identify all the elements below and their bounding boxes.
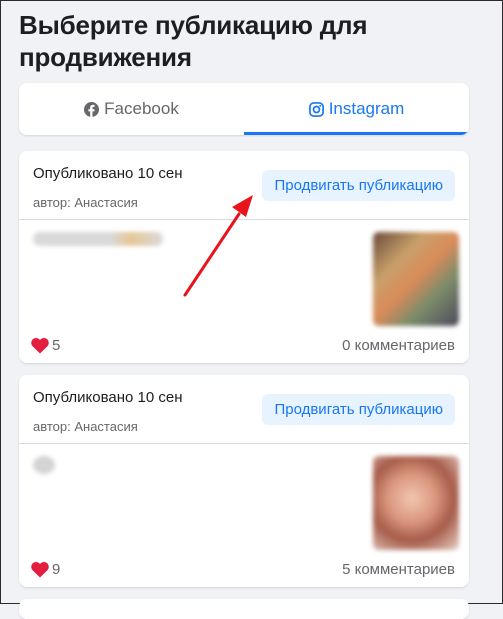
- tab-facebook-label: Facebook: [104, 99, 179, 118]
- platform-tabs: Facebook Instagram: [19, 83, 469, 135]
- post-header: Опубликовано 10 сен автор: Анастасия Про…: [19, 375, 469, 444]
- heart-icon: [31, 337, 49, 354]
- post-card[interactable]: Опубликовано 10 сен автор: Анастасия Про…: [19, 151, 469, 363]
- post-published-date: Опубликовано 10 сен: [33, 389, 183, 406]
- promote-post-button[interactable]: Продвигать публикацию: [262, 170, 455, 201]
- heart-icon: [31, 561, 49, 578]
- post-thumbnail[interactable]: [373, 232, 459, 326]
- tab-instagram-label: Instagram: [328, 99, 405, 118]
- post-author: автор: Анастасия: [33, 195, 138, 210]
- post-body: 9 5 комментариев: [19, 444, 469, 586]
- post-body: 5 0 комментариев: [19, 220, 469, 362]
- tab-facebook[interactable]: Facebook: [19, 83, 244, 135]
- comments-count[interactable]: 5 комментариев: [342, 561, 455, 578]
- post-published-date: Опубликовано 10 сен: [33, 165, 183, 182]
- post-likes: 5: [31, 337, 60, 354]
- post-author: автор: Анастасия: [33, 419, 138, 434]
- likes-count: 5: [52, 337, 61, 354]
- instagram-icon: [308, 101, 324, 117]
- post-caption-blurred: [33, 232, 163, 246]
- post-caption-blurred: [33, 456, 55, 474]
- comments-count[interactable]: 0 комментариев: [342, 337, 455, 354]
- page-title: Выберите публикацию для продвижения: [19, 10, 368, 72]
- promote-post-button[interactable]: Продвигать публикацию: [262, 394, 455, 425]
- post-thumbnail[interactable]: [373, 456, 459, 550]
- facebook-icon: [84, 101, 100, 117]
- post-card-partial: [19, 599, 469, 619]
- post-header: Опубликовано 10 сен автор: Анастасия Про…: [19, 151, 469, 220]
- likes-count: 9: [52, 561, 61, 578]
- tab-instagram[interactable]: Instagram: [244, 83, 469, 135]
- post-card[interactable]: Опубликовано 10 сен автор: Анастасия Про…: [19, 375, 469, 587]
- post-likes: 9: [31, 561, 60, 578]
